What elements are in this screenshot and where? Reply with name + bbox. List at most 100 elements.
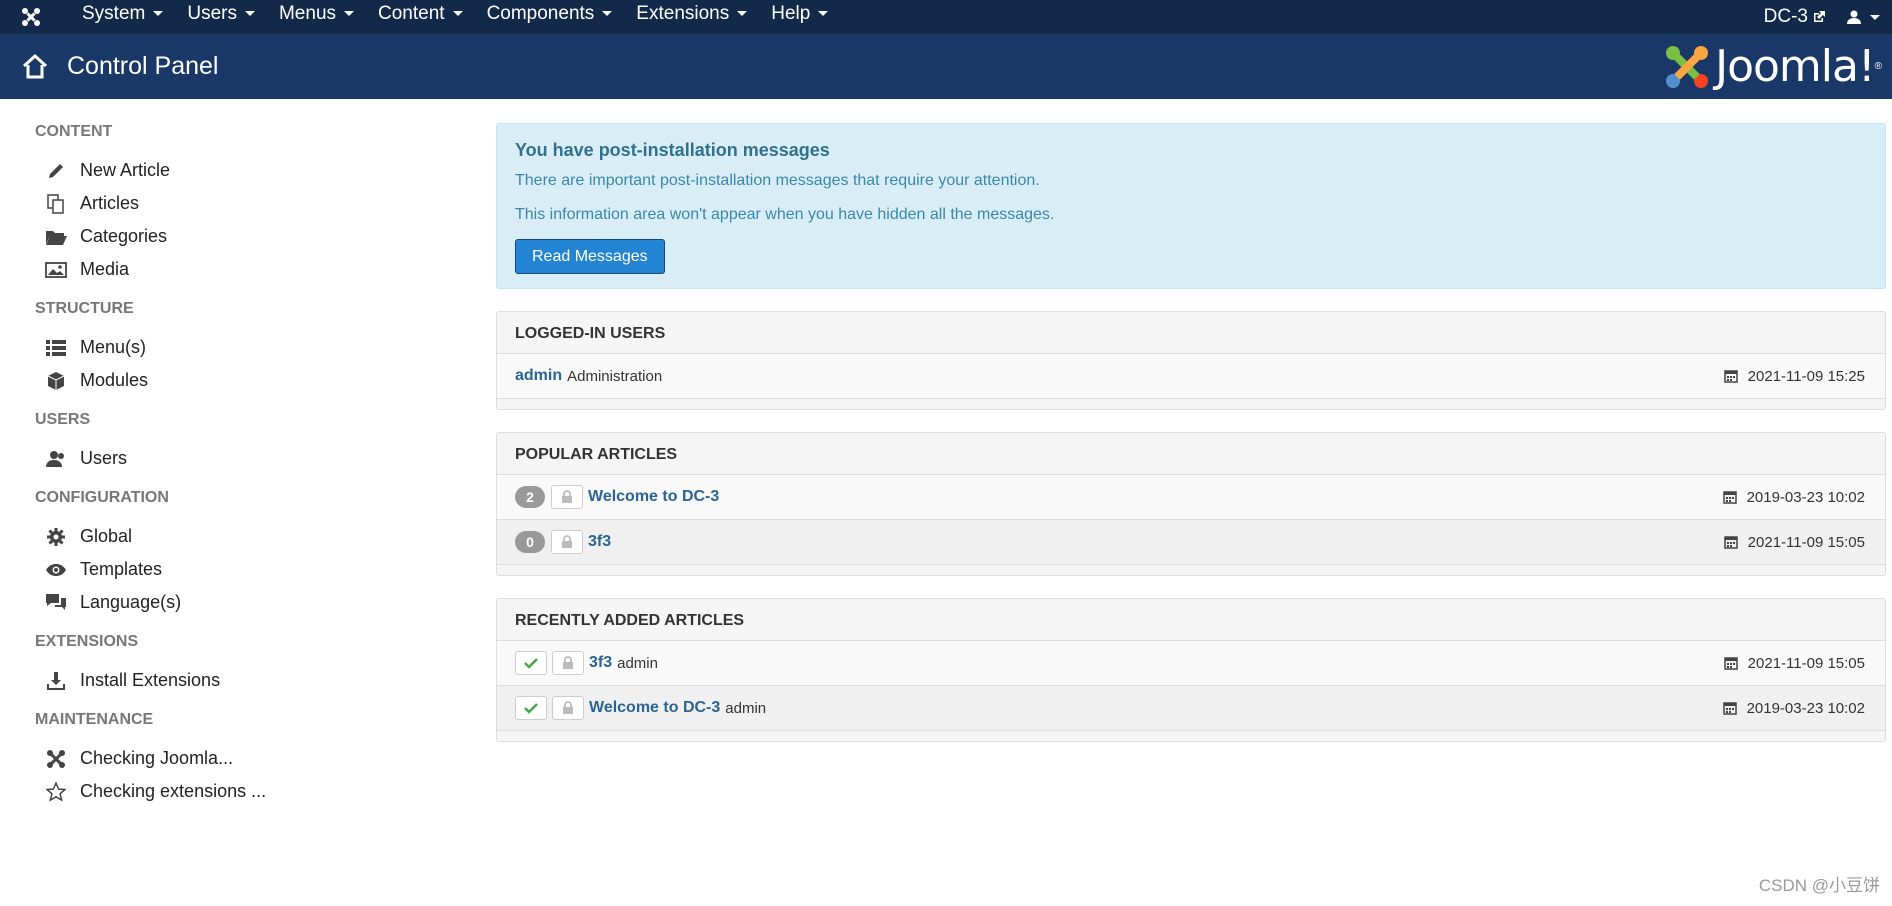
sidebar-item-modules[interactable]: Modules <box>35 364 455 397</box>
menu-extensions[interactable]: Extensions <box>624 0 759 34</box>
caret-down-icon <box>153 11 164 17</box>
menu-label: Content <box>378 3 445 24</box>
sidebar-item-install-extensions[interactable]: Install Extensions <box>35 664 455 697</box>
section-title: USERS <box>35 411 91 428</box>
read-messages-button[interactable]: Read Messages <box>515 239 665 274</box>
user-menu[interactable] <box>1846 0 1892 34</box>
popular-articles-module: POPULAR ARTICLES 2 Welcome to DC-3 2019-… <box>496 432 1886 576</box>
user-link[interactable]: admin <box>515 367 562 385</box>
sidebar-item-menus[interactable]: Menu(s) <box>35 331 455 364</box>
date-text: 2021-11-09 15:25 <box>1747 367 1865 385</box>
image-icon <box>45 259 67 281</box>
sidebar-item-checking-joomla[interactable]: Checking Joomla... <box>35 742 455 775</box>
menu-content[interactable]: Content <box>366 0 475 34</box>
lock-icon[interactable] <box>552 696 584 720</box>
section-title: STRUCTURE <box>35 300 134 317</box>
sidebar-item-checking-extensions[interactable]: Checking extensions ... <box>35 775 455 808</box>
calendar-icon <box>1723 536 1738 549</box>
date-text: 2021-11-09 15:05 <box>1747 533 1865 551</box>
menu-menus[interactable]: Menus <box>267 0 366 34</box>
menu-label: Users <box>187 3 237 24</box>
menu-system[interactable]: System <box>70 0 175 34</box>
author-name: admin <box>725 699 767 717</box>
published-check-icon[interactable] <box>515 651 547 675</box>
table-row: 2 Welcome to DC-3 2019-03-23 10:02 <box>497 475 1885 520</box>
calendar-icon <box>1722 702 1737 715</box>
sidebar-item-label: New Article <box>80 160 171 180</box>
sidebar-item-templates[interactable]: Templates <box>35 553 455 586</box>
gear-icon <box>45 526 67 548</box>
published-check-icon[interactable] <box>515 696 547 720</box>
alert-heading: You have post-installation messages <box>515 140 830 160</box>
article-link[interactable]: 3f3 <box>589 654 612 672</box>
joomla-logo-icon[interactable] <box>14 0 48 34</box>
joomla-brand-logo: Joomla! ® <box>1663 41 1882 92</box>
author-name: admin <box>617 654 658 672</box>
sidebar-section-extensions: EXTENSIONS Install Extensions <box>35 633 455 697</box>
sidebar-section-configuration: CONFIGURATION Global Templates Language(… <box>35 489 455 619</box>
cube-icon <box>45 370 67 392</box>
menu-label: Extensions <box>636 3 730 24</box>
client-area: Administration <box>567 367 663 385</box>
article-link[interactable]: Welcome to DC-3 <box>588 488 719 506</box>
lock-icon[interactable] <box>551 485 583 509</box>
lock-icon[interactable] <box>552 651 584 675</box>
menu-users[interactable]: Users <box>175 0 267 34</box>
caret-down-icon <box>818 11 829 17</box>
alert-text: This information area won't appear when … <box>515 206 1055 223</box>
sidebar-item-label: Checking extensions ... <box>80 781 267 801</box>
site-preview-link[interactable]: DC-3 <box>1764 0 1846 34</box>
lock-icon[interactable] <box>551 530 583 554</box>
sidebar-item-global[interactable]: Global <box>35 520 455 553</box>
article-link[interactable]: 3f3 <box>588 533 611 551</box>
section-title: CONFIGURATION <box>35 489 169 506</box>
user-icon <box>1847 10 1861 24</box>
brand-name: Joomla! <box>1715 41 1876 92</box>
table-row: 3f3 admin 2021-11-09 15:05 <box>497 641 1885 686</box>
sidebar-section-users: USERS Users <box>35 411 455 475</box>
menu-label: Menus <box>278 3 337 24</box>
sidebar-item-new-article[interactable]: New Article <box>35 154 455 187</box>
caret-down-icon <box>737 11 748 17</box>
folder-open-icon <box>45 226 67 248</box>
table-row: 0 3f3 2021-11-09 15:05 <box>497 520 1885 565</box>
logged-in-users-module: LOGGED-IN USERS admin Administration 202… <box>496 311 1886 410</box>
comments-icon <box>45 592 67 614</box>
sidebar-item-label: Articles <box>80 193 140 213</box>
sidebar-item-label: Checking Joomla... <box>80 748 234 768</box>
hits-badge: 0 <box>515 531 545 553</box>
module-title: POPULAR ARTICLES <box>497 433 1885 475</box>
page-title: Control Panel <box>67 52 219 80</box>
sidebar-section-structure: STRUCTURE Menu(s) Modules <box>35 300 455 397</box>
sidebar-item-languages[interactable]: Language(s) <box>35 586 455 619</box>
caret-down-icon <box>452 11 463 17</box>
sidebar: CONTENT New Article Articles Categories … <box>35 123 455 822</box>
caret-down-icon <box>1870 14 1880 20</box>
sidebar-section-maintenance: MAINTENANCE Checking Joomla... Checking … <box>35 711 455 808</box>
recent-articles-module: RECENTLY ADDED ARTICLES 3f3 admin 2021-1… <box>496 598 1886 742</box>
site-name: DC-3 <box>1763 6 1808 27</box>
article-link[interactable]: Welcome to DC-3 <box>589 699 720 717</box>
caret-down-icon <box>344 11 355 17</box>
menu-label: System <box>82 3 146 24</box>
menu-components[interactable]: Components <box>475 0 625 34</box>
sidebar-item-categories[interactable]: Categories <box>35 220 455 253</box>
table-row: Welcome to DC-3 admin 2019-03-23 10:02 <box>497 686 1885 731</box>
calendar-icon <box>1723 370 1738 383</box>
sidebar-item-label: Global <box>80 526 133 546</box>
registered-mark: ® <box>1874 61 1882 72</box>
sidebar-item-label: Templates <box>80 559 163 579</box>
sidebar-item-media[interactable]: Media <box>35 253 455 286</box>
sidebar-item-label: Language(s) <box>80 592 182 612</box>
hits-badge: 2 <box>515 486 545 508</box>
section-title: MAINTENANCE <box>35 711 154 728</box>
section-title: CONTENT <box>35 123 113 140</box>
sidebar-item-articles[interactable]: Articles <box>35 187 455 220</box>
sidebar-section-content: CONTENT New Article Articles Categories … <box>35 123 455 286</box>
watermark: CSDN @小豆饼 <box>1758 876 1880 895</box>
sidebar-item-users[interactable]: Users <box>35 442 455 475</box>
sidebar-item-label: Media <box>80 259 130 279</box>
sidebar-item-label: Install Extensions <box>80 670 221 690</box>
calendar-icon <box>1722 491 1737 504</box>
menu-help[interactable]: Help <box>759 0 840 34</box>
